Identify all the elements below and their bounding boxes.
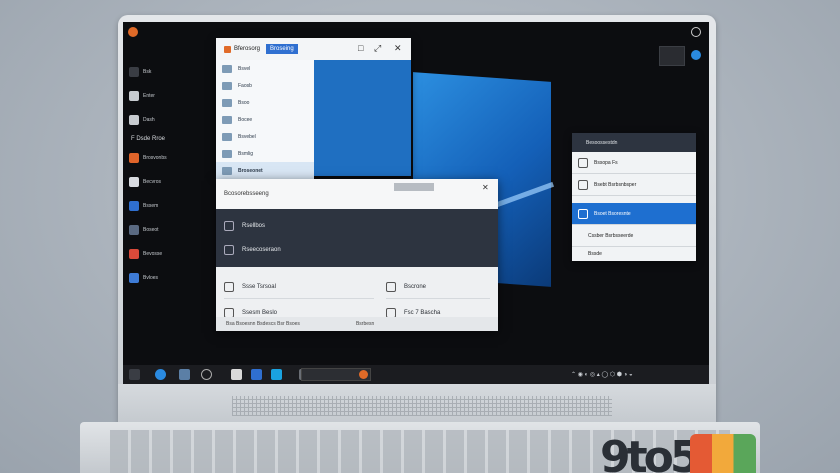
list-item[interactable]: Dash (129, 110, 219, 130)
power-icon[interactable] (691, 27, 701, 37)
list-item[interactable]: Enter (129, 86, 219, 106)
right-window-header: Besoossestdn (572, 133, 696, 152)
app-icon (129, 177, 139, 187)
list-row-selected[interactable]: Bsoet Bsoresnte (572, 203, 696, 225)
minimize-icon[interactable]: □ (358, 43, 363, 53)
folder-icon (129, 67, 139, 77)
row-icon (578, 208, 588, 219)
browser-icon[interactable] (155, 369, 166, 380)
setting-row[interactable]: Rsellbos (224, 215, 490, 237)
tray-icons[interactable]: ⌃ ◉ ◐ ◎ ▴ ◯ ⬡ ⬢ ◑ ◒ (571, 371, 633, 378)
setting-icon (224, 221, 234, 231)
folder-icon (222, 64, 232, 73)
list-row[interactable]: Bssde (572, 247, 696, 261)
setting-icon (386, 307, 396, 318)
setting-row[interactable]: Rseecoseraon (224, 239, 490, 261)
app-icon (129, 249, 139, 259)
close-icon[interactable]: ✕ (394, 43, 402, 54)
setting-row[interactable]: Bscrone (386, 275, 490, 299)
right-window: Besoossestdn Bssopa Fs Bsebt Bsrbsnbsper… (572, 133, 696, 261)
watermark: 9to5 (600, 432, 700, 473)
list-item[interactable]: Bevosse (129, 244, 219, 264)
top-right-button[interactable] (659, 46, 685, 66)
start-icon[interactable] (129, 369, 140, 380)
left-section-label: F Dsde Rroe (131, 136, 166, 142)
setting-icon (224, 281, 234, 292)
file-window-nav: Bsvel Faosb Bsoo Bocee Bsvebel Bsmlig Br… (216, 60, 314, 179)
app-icon[interactable] (271, 369, 282, 380)
nav-item-active[interactable]: Broseonet (216, 162, 314, 179)
list-item[interactable]: Boseot (129, 220, 219, 240)
settings-dark-section: Rsellbos Rseecoseraon (216, 209, 498, 267)
app-icon (224, 45, 231, 53)
app-icon (129, 273, 139, 283)
speaker-grille (232, 396, 612, 416)
search-icon[interactable] (201, 369, 212, 380)
left-panel: Bsk Enter Dash F Dsde Rroe Brosvonbs Bec… (129, 62, 219, 292)
file-window: Bferosorg Broseing □ ⤢ ✕ Bsvel Faosb Bso… (216, 38, 411, 179)
app-icon (129, 201, 139, 211)
list-item[interactable]: Becvros (129, 172, 219, 192)
setting-icon (224, 307, 234, 318)
tab-secondary[interactable]: Broseing (266, 44, 298, 54)
settings-window: Bcosorebsseeng ✕ Rsellbos Rseecoseraon S… (216, 179, 498, 331)
list-row[interactable]: Bsebt Bsrbsnbsper (572, 174, 696, 196)
list-item[interactable]: Bsk (129, 62, 219, 82)
files-icon[interactable] (179, 369, 190, 380)
app-icon (129, 225, 139, 235)
app-icon[interactable] (359, 370, 368, 379)
list-item[interactable]: Bvloes (129, 268, 219, 288)
close-icon[interactable]: ✕ (482, 183, 489, 192)
setting-row[interactable]: Ssse Tsrsoal (224, 275, 374, 299)
app-icon[interactable] (231, 369, 242, 380)
list-item[interactable]: Brosvonbs (129, 148, 219, 168)
nav-item[interactable]: Bsvel (216, 60, 314, 77)
doc-icon (129, 91, 139, 101)
folder-icon (222, 166, 232, 175)
watermark-badge (690, 434, 756, 473)
doc-icon (129, 115, 139, 125)
tab-main[interactable]: Bferosorg (224, 45, 260, 53)
nav-item[interactable]: Faosb (216, 77, 314, 94)
app-icon (129, 153, 139, 163)
laptop-screen: Bsk Enter Dash F Dsde Rroe Brosvonbs Bec… (123, 22, 709, 384)
edge-icon[interactable] (691, 50, 701, 60)
nav-item[interactable]: Bocee (216, 111, 314, 128)
taskbar: ⌃ ◉ ◐ ◎ ▴ ◯ ⬡ ⬢ ◑ ◒ (123, 365, 709, 384)
setting-icon (386, 281, 396, 292)
folder-icon (222, 149, 232, 158)
app-icon[interactable] (128, 27, 138, 37)
row-icon (578, 157, 588, 168)
nav-item[interactable]: Bsoo (216, 94, 314, 111)
folder-icon (222, 132, 232, 141)
folder-icon (222, 115, 232, 124)
list-item[interactable]: Bssem (129, 196, 219, 216)
file-window-titlebar: Bferosorg Broseing □ ⤢ ✕ (216, 38, 411, 60)
folder-icon (222, 98, 232, 107)
list-row[interactable]: Cssber Bsrbsseerde (572, 225, 696, 247)
window-controls[interactable] (394, 183, 434, 191)
setting-icon (224, 245, 234, 255)
nav-item[interactable]: Bsvebel (216, 128, 314, 145)
list-row[interactable]: Bssopa Fs (572, 152, 696, 174)
row-icon (578, 179, 588, 190)
settings-window-titlebar: Bcosorebsseeng ✕ (216, 179, 498, 209)
app-icon[interactable] (251, 369, 262, 380)
folder-icon (222, 81, 232, 90)
window-title: Bcosorebsseeng (224, 191, 269, 197)
settings-footer: Bsa Bsoesnn Bsdescs Bsr Bsoes Bsrbesn (216, 317, 498, 331)
maximize-icon[interactable]: ⤢ (374, 43, 381, 54)
nav-item[interactable]: Bsmlig (216, 145, 314, 162)
